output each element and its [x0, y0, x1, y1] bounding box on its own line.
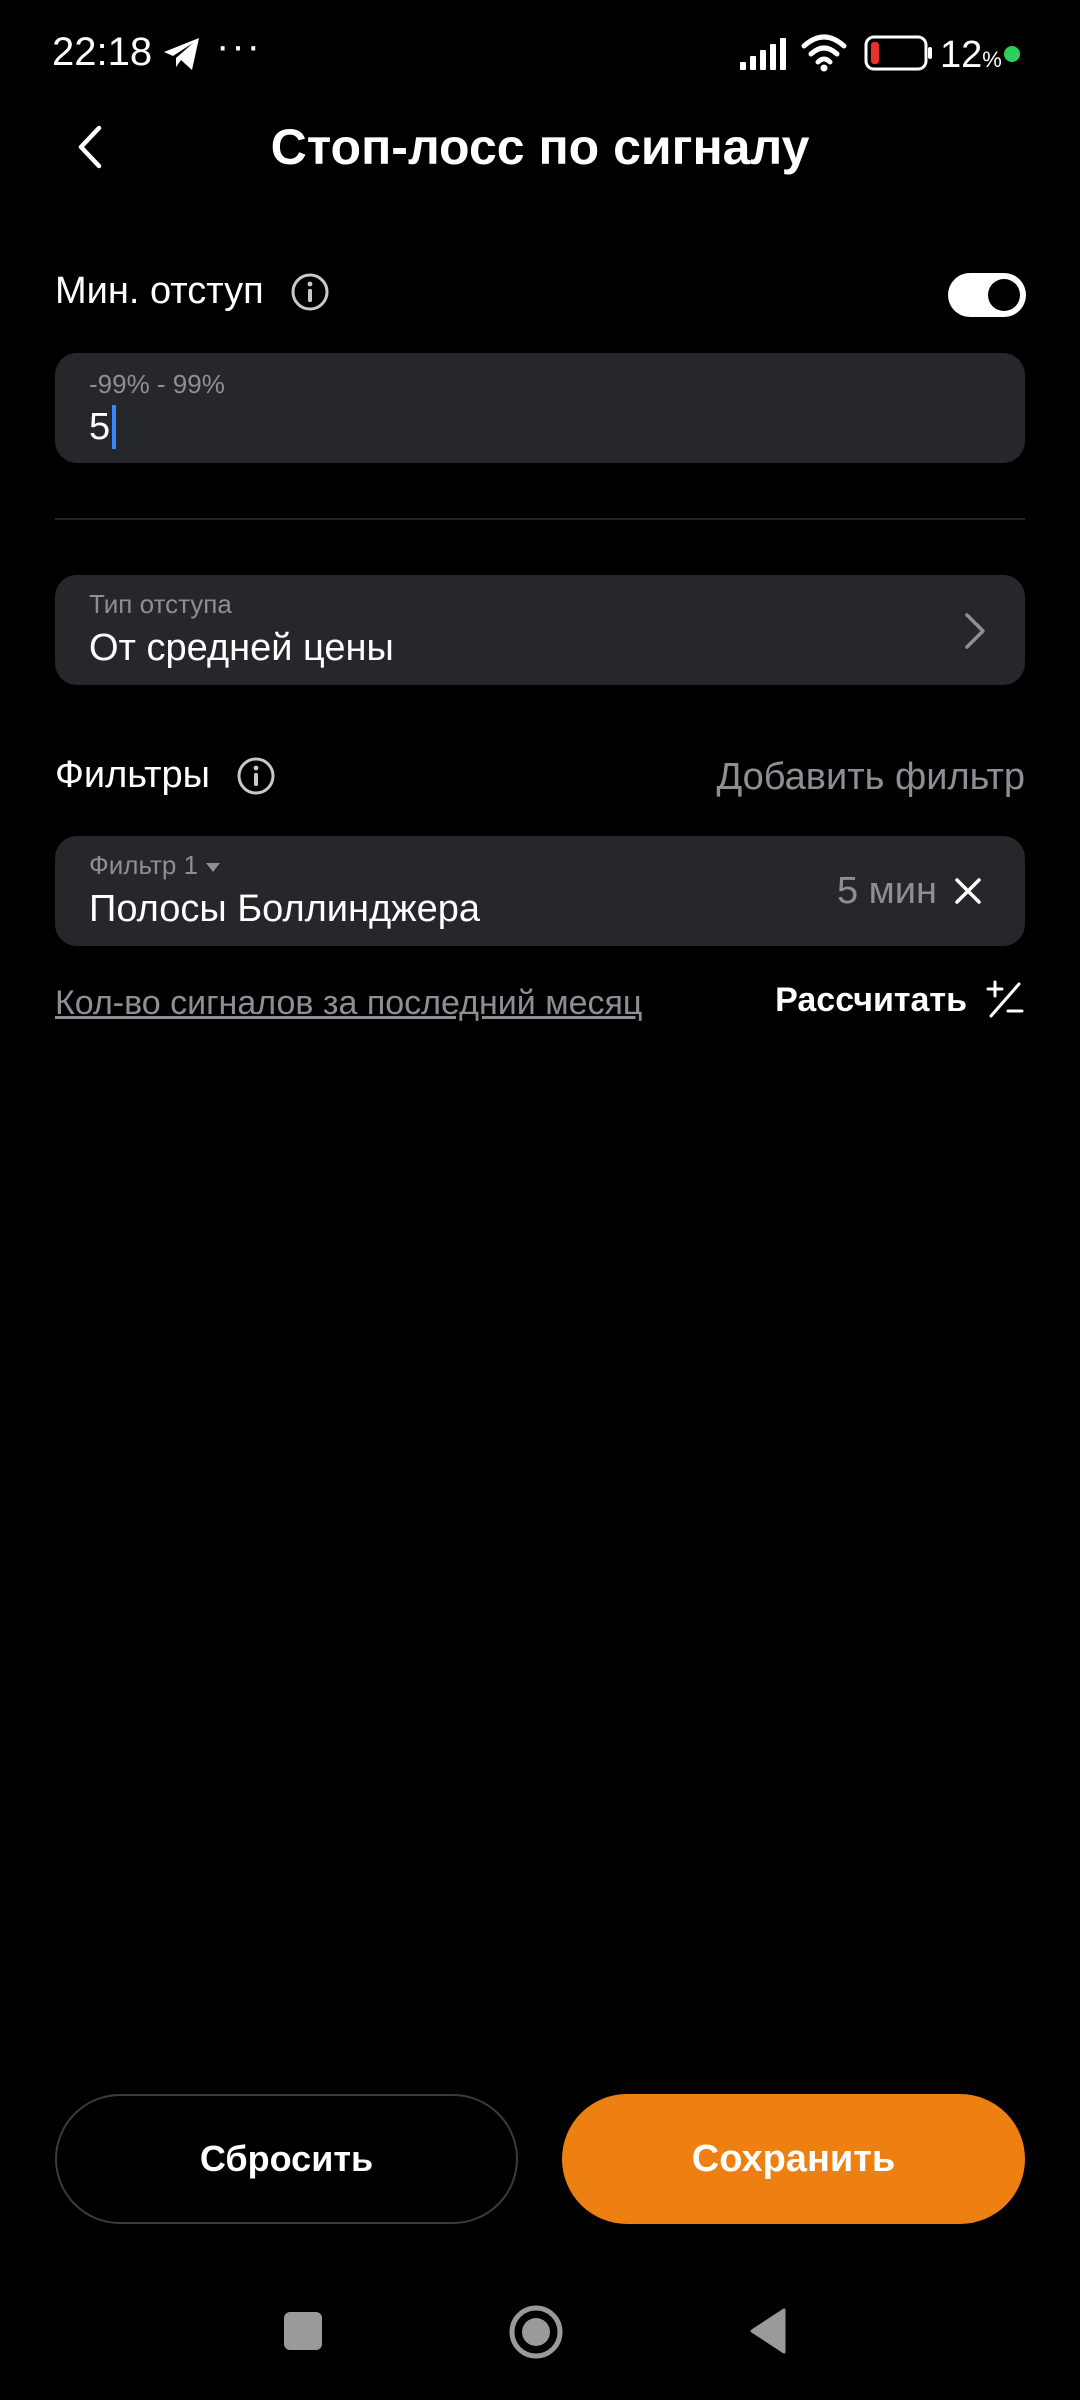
privacy-indicator-dot [1004, 46, 1020, 62]
caret-down-icon [206, 862, 221, 872]
divider [55, 518, 1025, 520]
add-filter-button[interactable]: Добавить фильтр [716, 756, 1025, 799]
offset-type-value: От средней цены [89, 627, 394, 669]
min-offset-row: Мин. отступ [55, 270, 330, 313]
back-button[interactable] [60, 112, 120, 182]
calculate-button[interactable]: Рассчитать [775, 980, 1025, 1020]
toggle-knob [988, 279, 1020, 311]
wifi-icon [801, 34, 847, 72]
info-icon[interactable] [236, 756, 276, 796]
info-icon[interactable] [290, 272, 330, 312]
plus-minus-icon [986, 980, 1024, 1018]
status-bar: 22:18 ··· 12% [0, 0, 1080, 110]
chevron-left-icon [78, 125, 102, 169]
filter-interval: 5 мин [836, 870, 937, 912]
battery-percent: 12% [940, 34, 1002, 76]
filter-value: Полосы Боллинджера [89, 888, 481, 930]
min-offset-label: Мин. отступ [55, 270, 264, 312]
calculate-label: Рассчитать [775, 980, 967, 1019]
min-offset-hint: -99% - 99% [89, 369, 225, 399]
screen: 22:18 ··· 12% Стоп-лосс по сигналу Мин. … [0, 0, 1080, 2400]
close-icon[interactable] [953, 876, 983, 906]
reset-button[interactable]: Сбросить [55, 2094, 518, 2224]
filters-label: Фильтры [55, 754, 210, 796]
recent-apps-icon[interactable] [284, 2312, 322, 2350]
page-title: Стоп-лосс по сигналу [270, 119, 810, 175]
telegram-icon [164, 38, 199, 70]
min-offset-input[interactable]: -99% - 99% 5 [55, 353, 1025, 463]
home-icon[interactable] [508, 2304, 564, 2360]
filter-name-dropdown[interactable]: Фильтр 1 [89, 850, 221, 881]
signal-icon [740, 38, 786, 70]
filters-row: Фильтры [55, 754, 276, 797]
min-offset-value: 5 [89, 405, 117, 449]
save-button[interactable]: Сохранить [562, 2094, 1025, 2224]
more-notifications-icon: ··· [216, 24, 262, 68]
battery-icon [864, 35, 932, 71]
nav-back-icon[interactable] [748, 2306, 788, 2356]
signals-count-link[interactable]: Кол-во сигналов за последний месяц [55, 984, 642, 1023]
status-time: 22:18 [52, 30, 153, 74]
chevron-right-icon [965, 613, 985, 649]
min-offset-toggle[interactable] [948, 273, 1026, 317]
offset-type-hint: Тип отступа [89, 589, 232, 619]
text-caret [112, 405, 117, 449]
filter-item[interactable]: Фильтр 1 Полосы Боллинджера 5 мин [55, 836, 1025, 946]
offset-type-select[interactable]: Тип отступа От средней цены [55, 575, 1025, 685]
